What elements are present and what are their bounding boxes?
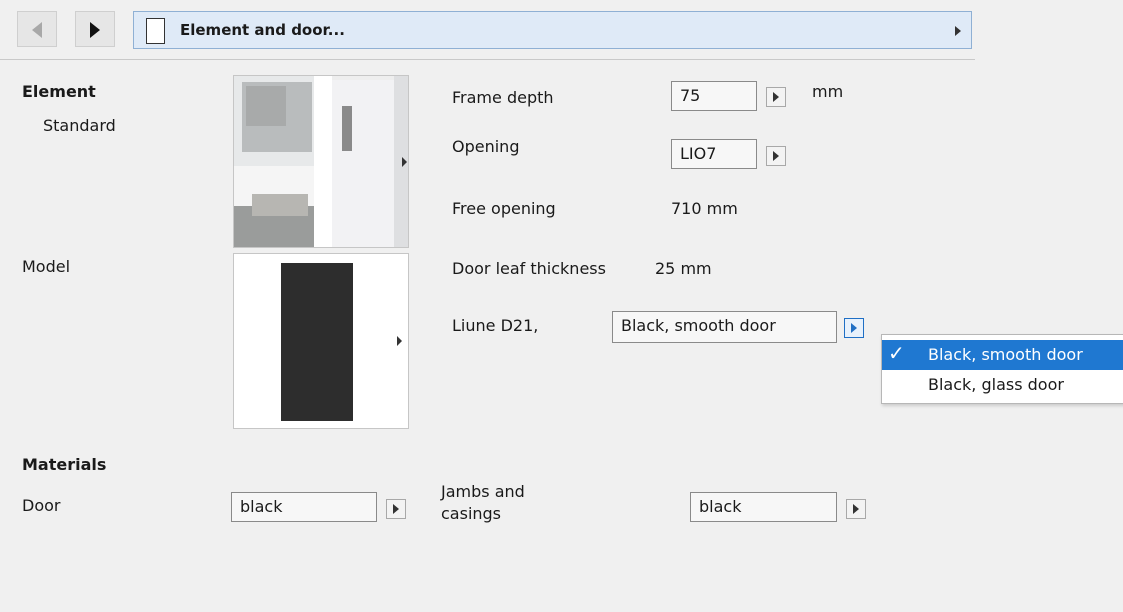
materials-heading: Materials (22, 455, 107, 474)
section-dropdown[interactable]: Element and door... (133, 11, 972, 49)
dropdown-item-smooth[interactable]: ✓ Black, smooth door (882, 340, 1123, 370)
dropdown-item-label: Black, smooth door (928, 345, 1083, 364)
model-thumbnail[interactable] (233, 253, 409, 429)
thumbnail-arrow-icon (402, 157, 407, 167)
liune-label: Liune D21, (452, 316, 539, 335)
jambs-label-line1: Jambs and (441, 482, 525, 501)
opening-arrow-button[interactable] (766, 146, 786, 166)
thumbnail-arrow-icon (397, 336, 402, 346)
door-material-arrow-button[interactable] (386, 499, 406, 519)
frame-depth-arrow-button[interactable] (766, 87, 786, 107)
forward-button[interactable] (75, 11, 115, 47)
jambs-material-arrow-button[interactable] (846, 499, 866, 519)
standard-label: Standard (43, 116, 116, 135)
element-thumbnail[interactable] (233, 75, 409, 248)
door-model-image (234, 254, 408, 428)
dropdown-item-glass[interactable]: Black, glass door (882, 370, 1123, 400)
opening-field[interactable]: LIO7 (671, 139, 757, 169)
frame-depth-field[interactable]: 75 (671, 81, 757, 111)
document-icon (146, 18, 165, 44)
door-material-field[interactable]: black (231, 492, 377, 522)
chevron-left-icon (32, 22, 42, 38)
door-material-label: Door (22, 496, 61, 515)
dropdown-item-label: Black, glass door (928, 375, 1064, 394)
door-style-select[interactable]: Black, smooth door (612, 311, 837, 343)
door-leaf-thickness-value: 25 mm (655, 259, 712, 278)
frame-depth-label: Frame depth (452, 88, 554, 107)
jambs-material-field[interactable]: black (690, 492, 837, 522)
menu-arrow-icon (955, 26, 961, 36)
checkmark-icon: ✓ (888, 341, 905, 365)
frame-depth-unit: mm (812, 82, 844, 101)
section-title: Element and door... (180, 21, 345, 39)
door-style-arrow-button[interactable] (844, 318, 864, 338)
opening-label: Opening (452, 137, 520, 156)
header-divider (0, 59, 975, 60)
free-opening-value: 710 mm (671, 199, 738, 218)
chevron-right-icon (90, 22, 100, 38)
room-photo-image (234, 76, 408, 247)
free-opening-label: Free opening (452, 199, 556, 218)
jambs-label-line2: casings (441, 504, 502, 523)
door-leaf-thickness-label: Door leaf thickness (452, 259, 606, 278)
door-style-dropdown-list: ✓ Black, smooth door Black, glass door (881, 334, 1123, 404)
model-label: Model (22, 257, 71, 276)
back-button[interactable] (17, 11, 57, 47)
element-heading: Element (22, 82, 96, 101)
